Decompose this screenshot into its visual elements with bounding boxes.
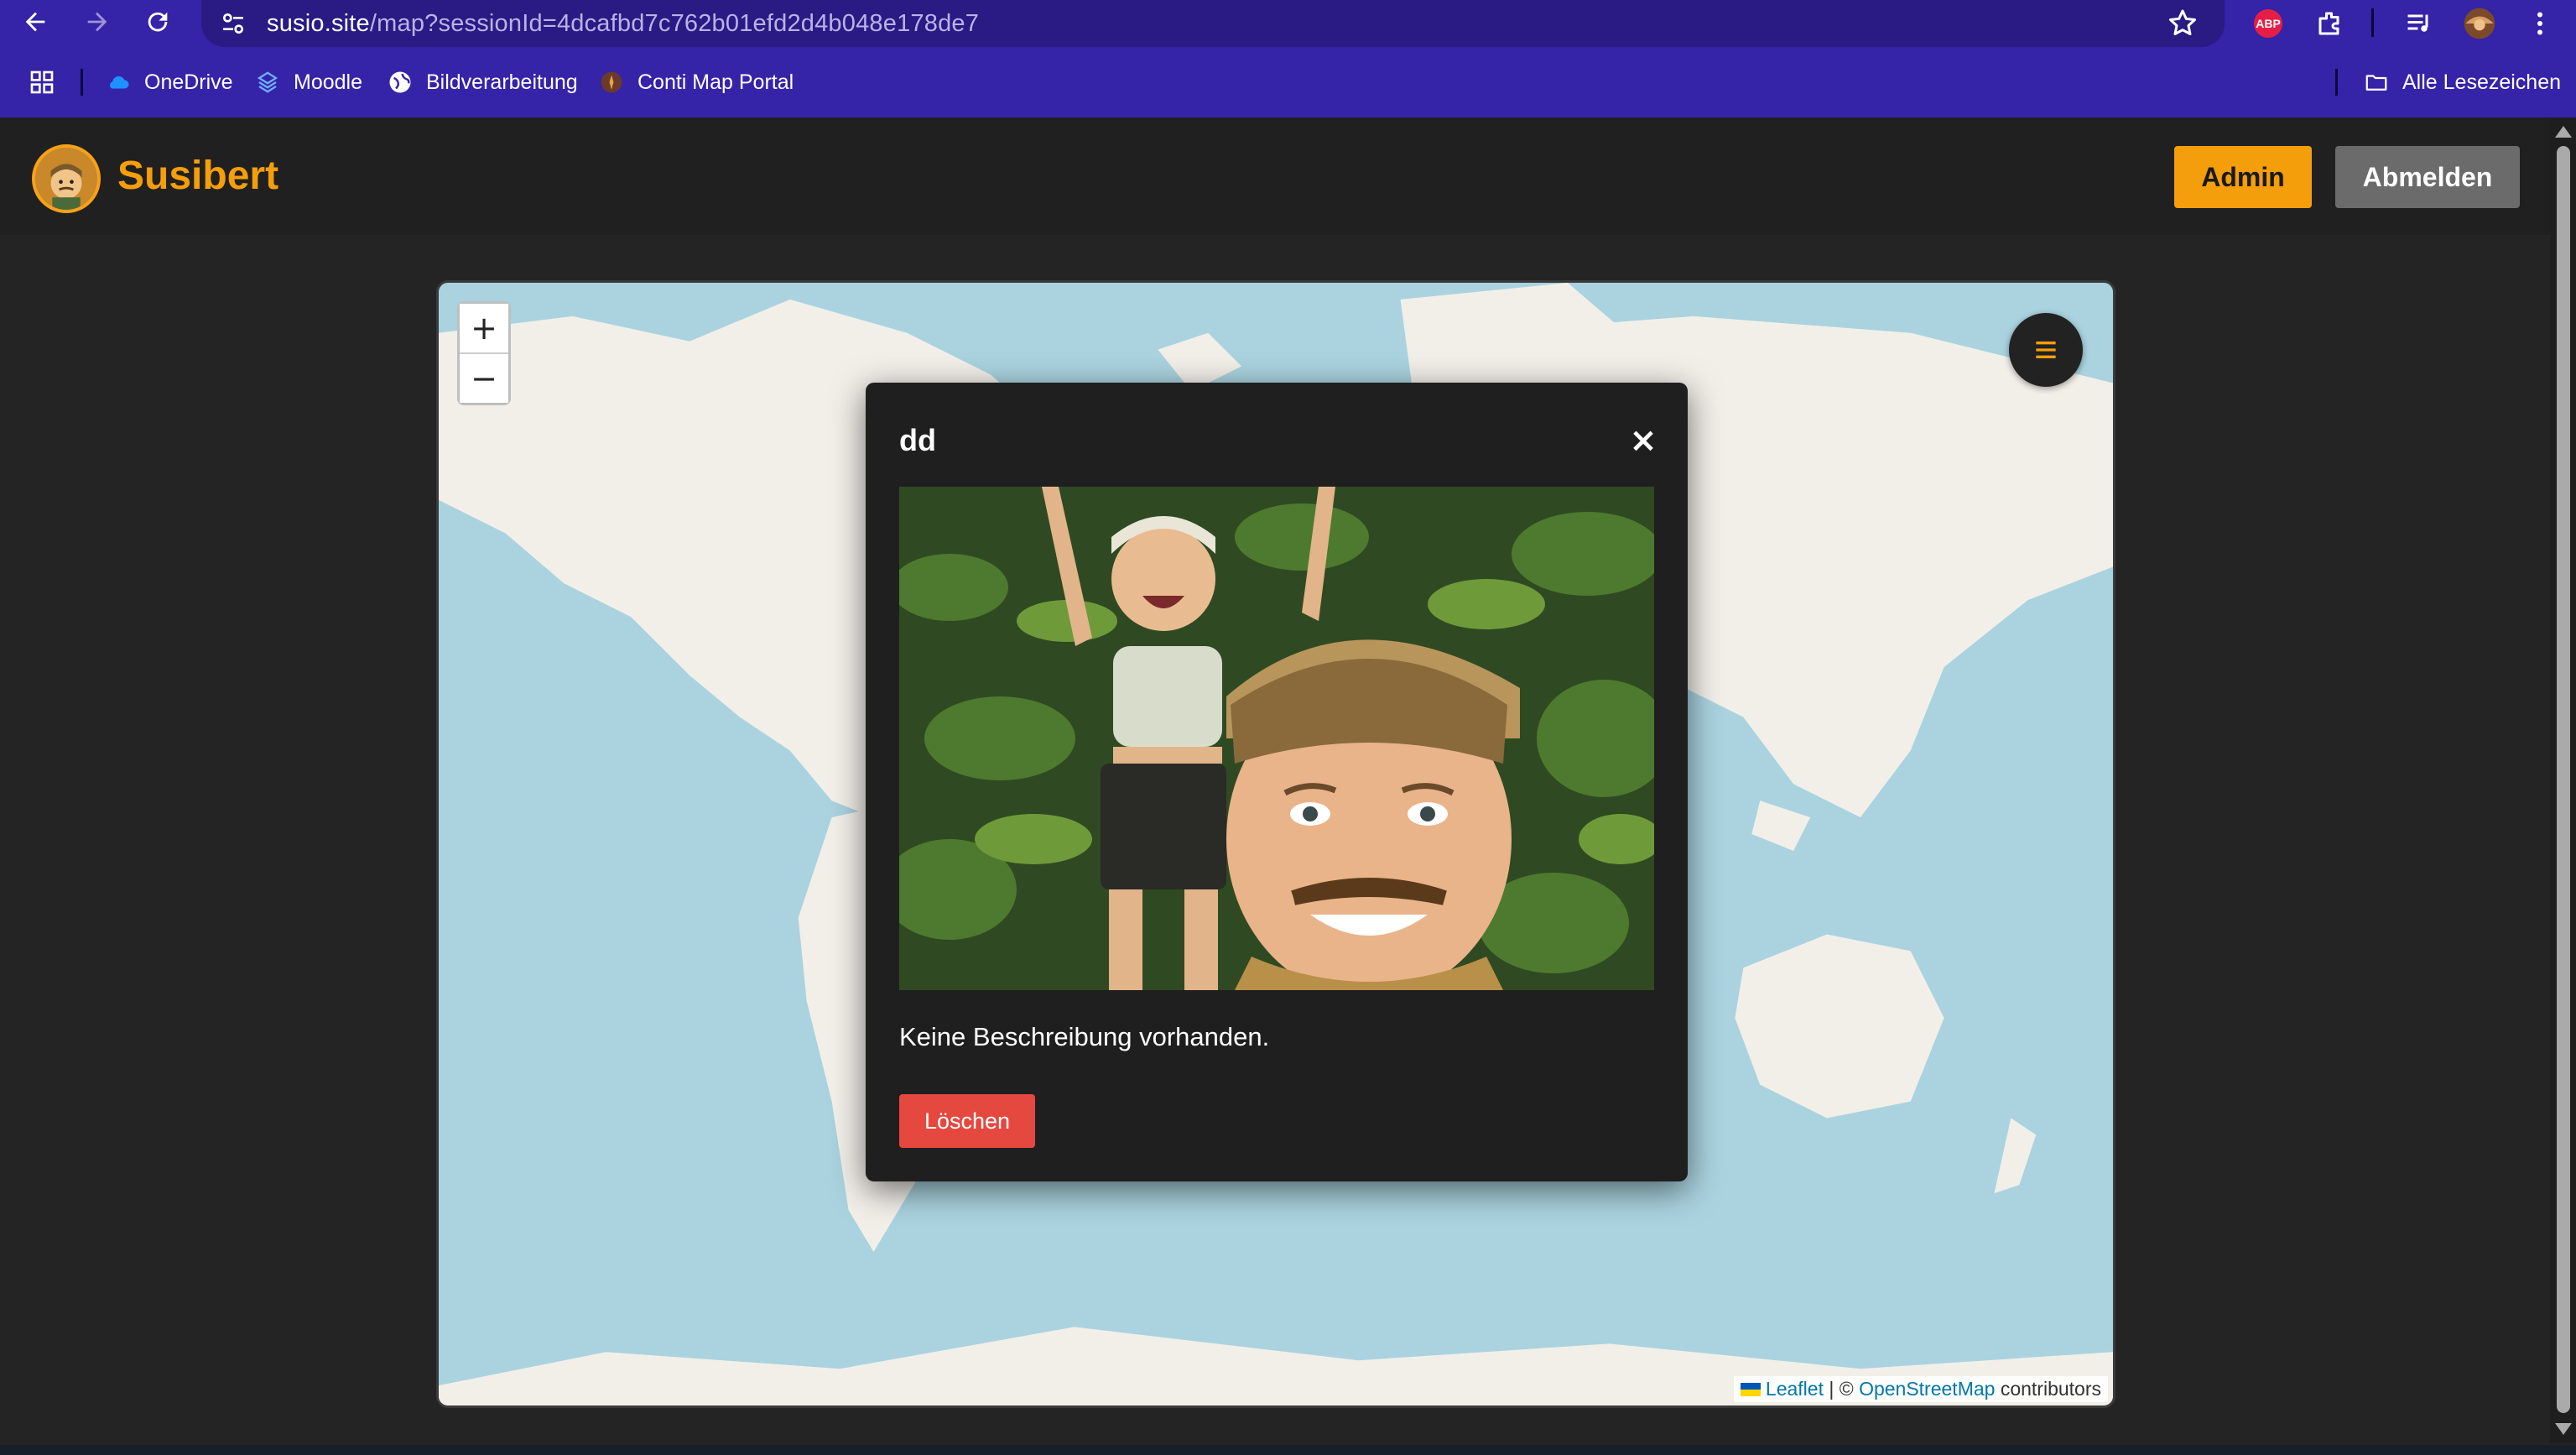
forward-button[interactable] — [70, 0, 124, 44]
bookmark-label: Bildverarbeitung — [426, 70, 578, 94]
leaflet-link[interactable]: Leaflet — [1766, 1378, 1824, 1400]
logo-avatar-icon — [35, 148, 97, 210]
zoom-control: + − — [457, 301, 511, 405]
url-host: susio.site — [267, 9, 370, 37]
apps-grid-icon — [30, 70, 54, 94]
url-text: susio.site/map?sessionId=4dcafbd7c762b01… — [267, 10, 979, 38]
zoom-in-button[interactable]: + — [460, 304, 508, 352]
arrow-left-icon — [25, 12, 45, 32]
brand-name[interactable]: Susibert — [117, 153, 278, 199]
bookmark-star-icon[interactable] — [2166, 7, 2199, 40]
extensions-button[interactable] — [2312, 5, 2349, 42]
cloud-icon — [106, 70, 131, 95]
map-attribution: Leaflet | © OpenStreetMap contributors — [1733, 1376, 2108, 1402]
bookmark-onedrive[interactable]: OneDrive — [106, 59, 233, 106]
admin-button[interactable]: Admin — [2174, 146, 2312, 208]
apps-button[interactable] — [29, 59, 55, 106]
browser-chrome: susio.site/map?sessionId=4dcafbd7c762b01… — [0, 0, 2576, 117]
browser-menu-button[interactable] — [2521, 5, 2558, 42]
url-path: /map?sessionId=4dcafbd7c762b01efd2d4b048… — [369, 9, 980, 37]
scroll-down-arrow[interactable] — [2555, 1423, 2572, 1435]
all-bookmarks-label: Alle Lesezeichen — [2402, 70, 2562, 94]
scroll-thumb[interactable] — [2557, 146, 2570, 1413]
photo-illustration — [899, 487, 1654, 990]
playlist-icon — [2407, 14, 2428, 32]
globe-icon — [388, 70, 413, 95]
puzzle-icon — [2318, 12, 2339, 35]
bookmark-label: OneDrive — [144, 70, 233, 94]
arrow-right-icon — [87, 12, 107, 32]
app-header: Susibert Admin Abmelden — [0, 117, 2550, 235]
page-scrollbar[interactable] — [2550, 117, 2576, 1443]
portal-icon — [599, 70, 624, 95]
bookmark-conti-map-portal[interactable]: Conti Map Portal — [599, 59, 794, 106]
modal-title: dd — [899, 423, 936, 457]
media-control-button[interactable] — [2401, 5, 2438, 42]
bookmarks-divider-right — [2335, 69, 2338, 96]
ukraine-flag-icon — [1740, 1382, 1761, 1396]
avatar-icon — [2464, 8, 2495, 39]
close-button[interactable]: × — [1621, 418, 1666, 463]
logout-button[interactable]: Abmelden — [2335, 146, 2520, 208]
bookmarks-bar: OneDrive Moodle Bildverarbeitung Conti M… — [0, 59, 2576, 106]
marker-detail-modal: dd × Keine Beschreibung vorhanden. Lösch… — [866, 383, 1688, 1181]
all-bookmarks-button[interactable]: Alle Lesezeichen — [2364, 59, 2561, 106]
reload-icon — [148, 12, 168, 32]
scroll-up-arrow[interactable] — [2555, 126, 2572, 138]
reload-button[interactable] — [131, 0, 185, 44]
modal-description: Keine Beschreibung vorhanden. — [899, 1022, 1270, 1051]
bookmark-label: Conti Map Portal — [637, 70, 794, 94]
attribution-separator: | © — [1823, 1378, 1860, 1400]
bookmark-moodle[interactable]: Moodle — [255, 59, 362, 106]
hamburger-menu-icon — [2036, 342, 2056, 358]
zoom-out-button[interactable]: − — [460, 354, 508, 403]
bookmarks-divider — [81, 69, 83, 96]
address-bar[interactable]: susio.site/map?sessionId=4dcafbd7c762b01… — [201, 0, 2225, 47]
map-menu-button[interactable] — [2009, 313, 2083, 387]
bookmark-bildverarbeitung[interactable]: Bildverarbeitung — [388, 59, 578, 106]
toolbar-divider — [2371, 8, 2374, 37]
marker-photo — [899, 487, 1654, 990]
taskbar-edge — [0, 1445, 2576, 1455]
back-button[interactable] — [8, 0, 62, 44]
delete-button[interactable]: Löschen — [899, 1094, 1035, 1148]
abp-icon: ABP — [2254, 9, 2282, 38]
folder-icon — [2364, 70, 2389, 95]
site-settings-icon[interactable] — [216, 7, 250, 40]
kebab-menu-icon — [2537, 12, 2542, 35]
adblock-extension-button[interactable]: ABP — [2250, 5, 2287, 42]
attribution-suffix: contributors — [1995, 1378, 2101, 1400]
brand-logo[interactable] — [32, 144, 101, 213]
openstreetmap-link[interactable]: OpenStreetMap — [1859, 1378, 1995, 1400]
moodle-icon — [255, 70, 280, 95]
profile-avatar[interactable] — [2461, 5, 2498, 42]
bookmark-label: Moodle — [294, 70, 362, 94]
